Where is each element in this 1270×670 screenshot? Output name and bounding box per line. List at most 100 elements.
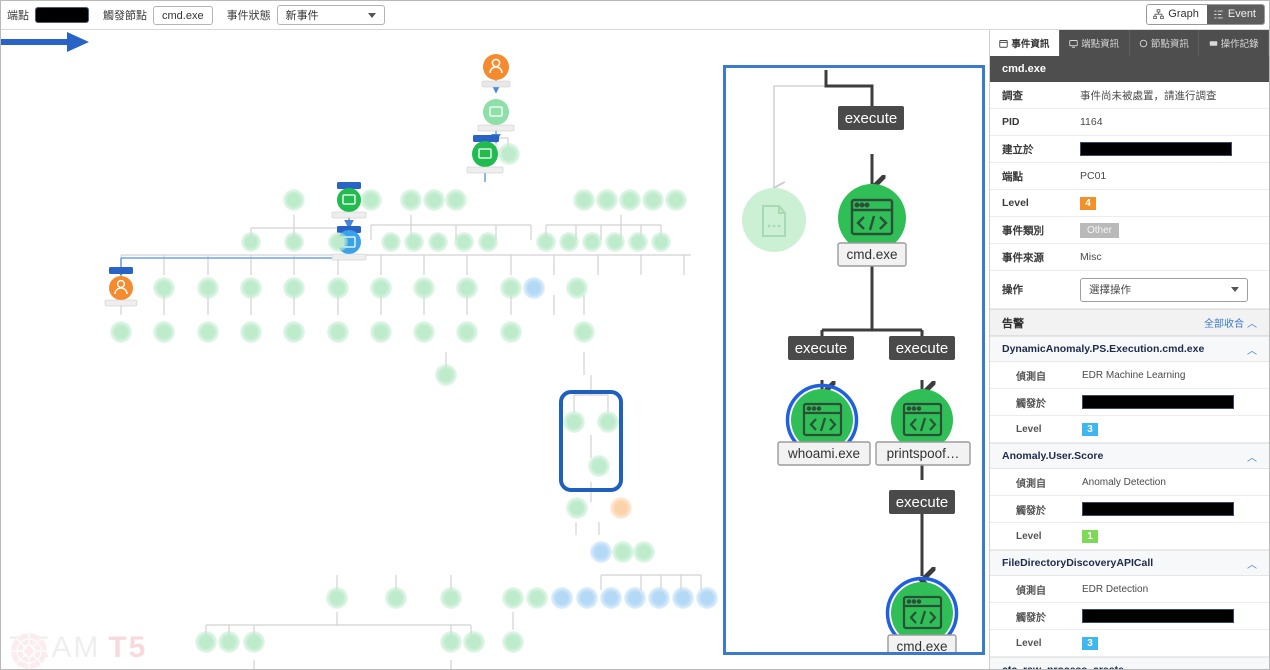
field-row: 端點 PC01	[990, 163, 1269, 190]
alert-field-row: Level 3	[990, 416, 1269, 443]
field-row: 操作 選擇操作	[990, 271, 1269, 309]
graph-node-l2	[477, 99, 515, 132]
zoom-node-printspoof: printspoof…	[875, 389, 971, 466]
field-value: 3	[1082, 422, 1098, 436]
alert-header[interactable]: Anomaly.User.Score ︿	[990, 443, 1269, 469]
zoom-node-label-cmd-bottom: cmd.exe	[896, 639, 947, 652]
event-status-select[interactable]: 新事件	[276, 5, 385, 25]
zoom-arrow-icon	[1, 32, 89, 52]
graph-node-below-2	[610, 497, 632, 519]
field-key: 偵測自	[1016, 371, 1046, 383]
field-key: Level	[1016, 530, 1042, 542]
alert-name: DynamicAnomaly.PS.Execution.cmd.exe	[1002, 343, 1205, 355]
event-view-button[interactable]: Event	[1206, 5, 1264, 24]
view-mode-toggle: Graph Event	[1146, 4, 1265, 25]
chevron-up-icon: ︿	[1247, 345, 1257, 357]
level-badge: 3	[1082, 636, 1098, 650]
event-status-value: 新事件	[285, 10, 319, 22]
graph-node-row568	[326, 587, 718, 609]
tab-event-info[interactable]: 事件資訊	[990, 30, 1060, 56]
tab-endpoint-info[interactable]: 端點資訊	[1060, 30, 1130, 56]
detail-panel: › 事件資訊 端點資訊 節點資訊	[989, 30, 1269, 670]
field-key: Level	[1016, 423, 1042, 435]
alert-header[interactable]: DynamicAnomaly.PS.Execution.cmd.exe ︿	[990, 336, 1269, 362]
alert-field-row: Level 1	[990, 523, 1269, 550]
field-value: 選擇操作	[1080, 277, 1248, 302]
alert-field-row: 偵測自 EDR Machine Learning	[990, 362, 1269, 389]
field-key: 偵測自	[1016, 585, 1046, 597]
zoom-tree-svg: execute execute execute execute cmd.exe …	[742, 70, 971, 652]
graph-node-row302	[110, 321, 595, 386]
field-key: 觸發於	[1016, 398, 1046, 410]
field-key: 端點	[1002, 170, 1023, 183]
action-select[interactable]: 選擇操作	[1080, 277, 1248, 302]
chevron-down-icon	[1231, 287, 1239, 292]
field-key: 偵測自	[1016, 478, 1046, 490]
alert-field-row: 偵測自 Anomaly Detection	[990, 469, 1269, 496]
field-value	[1082, 502, 1234, 516]
field-value: 1	[1082, 529, 1098, 543]
alert-name: Anomaly.User.Score	[1002, 450, 1104, 462]
event-button-label: Event	[1227, 8, 1256, 20]
chevron-up-icon: ︿	[1247, 319, 1257, 330]
field-key: 操作	[1002, 284, 1023, 296]
field-key: PID	[1002, 116, 1020, 128]
field-value: PC01	[1080, 170, 1107, 182]
graph-node-below-1	[566, 497, 588, 519]
tab-node-info-label: 節點資訊	[1150, 39, 1189, 50]
chevron-down-icon	[367, 12, 376, 18]
zoom-node-cmd-top: cmd.exe	[837, 184, 907, 267]
alert-field-row: 觸發於	[990, 496, 1269, 523]
zoom-node-file-faded	[742, 188, 806, 252]
edge-label-execute-2: execute	[795, 340, 848, 357]
field-key: 建立於	[1002, 143, 1034, 156]
zoomed-process-tree-panel[interactable]: execute execute execute execute cmd.exe …	[723, 65, 985, 655]
field-key: 觸發於	[1016, 505, 1046, 517]
trigger-node-label: 觸發節點	[103, 10, 147, 22]
field-value: EDR Detection	[1082, 583, 1149, 595]
alert-field-row: Level 3	[990, 630, 1269, 657]
node-icon	[1139, 39, 1148, 47]
graph-node-row258	[153, 277, 588, 299]
monitor-icon	[1069, 39, 1078, 48]
tab-node-info[interactable]: 節點資訊	[1130, 30, 1200, 56]
level-badge: 1	[1082, 529, 1098, 543]
redacted-value	[1082, 502, 1234, 516]
alert-field-row: 觸發於	[990, 603, 1269, 630]
field-value: 4	[1080, 196, 1096, 210]
endpoint-value-redacted[interactable]	[35, 7, 89, 23]
level-badge: 3	[1082, 422, 1098, 436]
chevron-up-icon: ︿	[1247, 452, 1257, 464]
graph-view-button[interactable]: Graph	[1147, 5, 1207, 24]
field-row: 事件類別 Other	[990, 217, 1269, 244]
collapse-all-link[interactable]: 全部收合 ︿	[1204, 315, 1257, 330]
edge-label-execute-3: execute	[896, 340, 949, 357]
field-value: Other	[1080, 222, 1120, 238]
alert-header[interactable]: FileDirectoryDiscoveryAPICall ︿	[990, 550, 1269, 576]
field-key: 觸發於	[1016, 612, 1046, 624]
field-key: 事件類別	[1002, 224, 1044, 237]
level-badge: 4	[1080, 196, 1096, 210]
redacted-value	[1082, 395, 1234, 409]
detail-field-list: 調查 事件尚未被處置，請進行調查 PID 1164 建立於 端點 PC01 Le…	[990, 82, 1269, 309]
field-value: EDR Machine Learning	[1082, 369, 1186, 381]
chevron-up-icon: ︿	[1247, 663, 1257, 670]
field-row: PID 1164	[990, 109, 1269, 136]
field-key: 事件來源	[1002, 251, 1044, 264]
tab-endpoint-info-label: 端點資訊	[1081, 39, 1120, 50]
panel-collapse-toggle[interactable]: ›	[989, 46, 990, 72]
field-value	[1082, 395, 1234, 409]
graph-node-faded	[498, 143, 520, 165]
alert-header[interactable]: ctc_raw_process_create ︿	[990, 657, 1269, 670]
field-row: 建立於	[990, 136, 1269, 163]
log-icon	[1209, 40, 1217, 46]
tab-event-info-label: 事件資訊	[1011, 39, 1050, 50]
alerts-section-header: 告警 全部收合 ︿	[990, 309, 1269, 336]
detail-panel-tabs: 事件資訊 端點資訊 節點資訊 操作記錄	[990, 30, 1269, 56]
field-key: Level	[1016, 637, 1042, 649]
chevron-up-icon: ︿	[1247, 559, 1257, 571]
tab-operation-log[interactable]: 操作記錄	[1199, 30, 1269, 56]
field-value: 事件尚未被處置，請進行調查	[1080, 89, 1217, 102]
graph-node-root	[481, 54, 511, 88]
trigger-node-value[interactable]: cmd.exe	[153, 5, 213, 25]
